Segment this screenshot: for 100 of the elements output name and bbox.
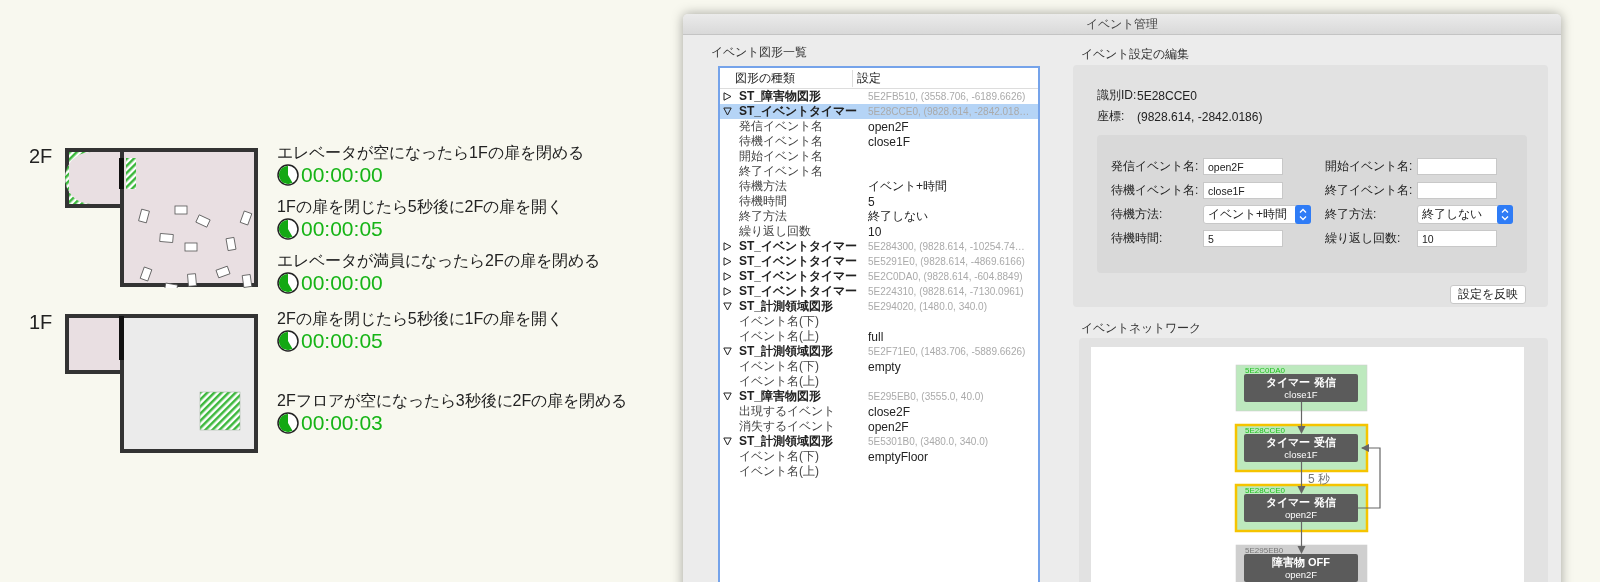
property-value: close2F	[868, 404, 911, 419]
tree-row[interactable]: ST_イベントタイマー 5E284300, (9828.614, -10254.74…	[720, 239, 1038, 254]
field-label: 開始イベント名:	[1325, 158, 1414, 175]
property-name: 繰り返し回数	[739, 223, 812, 240]
shape-name: ST_イベントタイマー	[739, 103, 858, 120]
tree-row[interactable]: ST_計測領域図形 5E2F71E0, (1483.706, -5889.6626)	[720, 344, 1038, 359]
id-value: 5E28CCE0	[1137, 88, 1198, 103]
shape-setting: 5E5301B0, (3480.0, 340.0)	[868, 436, 989, 447]
property-value: close1F	[868, 134, 911, 149]
tree-row[interactable]: ST_障害物図形 5E2FB510, (3558.706, -6189.6626)	[720, 89, 1038, 104]
property-value: open2F	[868, 119, 909, 134]
field-label: 待機方法:	[1111, 206, 1164, 223]
node-event: close1F	[1284, 449, 1318, 460]
floor-label: 2F	[28, 144, 54, 168]
disclosure-triangle-icon[interactable]	[723, 242, 732, 251]
node-title: タイマー 受信	[1266, 436, 1336, 448]
event-node[interactable]: 5E2C0DA0 タイマー 発信 close1F	[1235, 364, 1368, 412]
section-title: イベント設定の編集	[1081, 47, 1190, 61]
section-title: イベント図形一覧	[711, 45, 808, 59]
stepper-icon	[1497, 205, 1513, 224]
tree-row[interactable]: ST_障害物図形 5E295EB0, (3555.0, 40.0)	[720, 389, 1038, 404]
property-name: 出現するイベント	[739, 403, 836, 420]
dropdown[interactable]: イベント+時間	[1203, 205, 1311, 224]
shape-name: ST_計測領域図形	[739, 343, 834, 360]
event-node[interactable]: 5E28CCE0 タイマー 受信 close1F	[1234, 423, 1369, 473]
field-label: 待機イベント名:	[1111, 182, 1200, 199]
input-field[interactable]: 10	[1417, 230, 1497, 247]
window-title: イベント管理	[1086, 15, 1158, 33]
tree-row[interactable]: ST_計測領域図形 5E294020, (1480.0, 340.0)	[720, 299, 1038, 314]
shape-setting: 5E294020, (1480.0, 340.0)	[868, 301, 987, 312]
property-name: イベント名(下)	[739, 313, 820, 330]
tree-row[interactable]: ST_計測領域図形 5E5301B0, (3480.0, 340.0)	[720, 434, 1038, 449]
tree-row[interactable]: ST_イベントタイマー 5E2C0DA0, (9828.614, -604.8849)	[720, 269, 1038, 284]
node-title: タイマー 発信	[1266, 496, 1336, 508]
timer-reading: 00:00:00	[301, 163, 383, 187]
disclosure-triangle-icon[interactable]	[723, 392, 732, 401]
property-value: full	[868, 329, 884, 344]
property-name: 終了方法	[739, 208, 788, 225]
clock-icon	[277, 218, 299, 240]
event-node[interactable]: 5E295EB0 障害物 OFF open2F	[1235, 544, 1368, 582]
tree-row[interactable]: ST_イベントタイマー 5E224310, (9828.614, -7130.0961)	[720, 284, 1038, 299]
property-name: 発信イベント名	[739, 118, 824, 135]
event-description: 2Fの扉を閉じたら5秒後に1Fの扉を開く	[277, 309, 565, 329]
input-field[interactable]	[1417, 182, 1497, 199]
node-title: 障害物 OFF	[1271, 556, 1331, 568]
column-header[interactable]: 図形の種類	[720, 69, 853, 87]
property-name: イベント名(上)	[739, 328, 820, 344]
shape-setting: 5E2FB510, (3558.706, -6189.6626)	[868, 91, 1026, 102]
shape-name: ST_イベントタイマー	[739, 253, 858, 270]
property-name: 待機時間	[739, 193, 788, 210]
delay-label: 5 秒	[1308, 472, 1330, 486]
event-description: エレベータが満員になったら2Fの扉を閉める	[277, 251, 600, 271]
shape-name: ST_計測領域図形	[739, 298, 834, 315]
node-id: 5E28CCE0	[1245, 486, 1286, 495]
property-name: 待機方法	[739, 178, 788, 195]
tree-row[interactable]: ST_イベントタイマー 5E5291E0, (9828.614, -4869.6166)	[720, 254, 1038, 269]
field-label: 繰り返し回数:	[1325, 230, 1402, 247]
node-id: 5E28CCE0	[1245, 426, 1286, 435]
field-label: 終了イベント名:	[1325, 182, 1414, 199]
property-name: イベント名(下)	[739, 358, 820, 375]
shape-name: ST_イベントタイマー	[739, 268, 858, 285]
tree-row[interactable]: ST_イベントタイマー 5E28CCE0, (9828.614, -2842.018…	[720, 104, 1038, 119]
property-name: 開始イベント名	[739, 148, 824, 165]
apply-button[interactable]: 設定を反映	[1450, 285, 1526, 304]
disclosure-triangle-icon[interactable]	[723, 107, 732, 116]
field-label: 発信イベント名:	[1111, 158, 1200, 175]
clock-icon	[277, 412, 299, 434]
disclosure-triangle-icon[interactable]	[723, 287, 732, 296]
property-name: 消失するイベント	[739, 418, 836, 434]
field-label: 識別ID:	[1097, 87, 1137, 104]
node-event: close1F	[1284, 389, 1318, 400]
shape-name: ST_イベントタイマー	[739, 283, 858, 299]
shape-setting: 5E295EB0, (3555.0, 40.0)	[868, 391, 984, 402]
column-header[interactable]: 設定	[853, 69, 881, 87]
shape-name: ST_障害物図形	[739, 88, 822, 105]
disclosure-triangle-icon[interactable]	[723, 302, 732, 311]
input-field[interactable]: close1F	[1203, 182, 1283, 199]
input-field[interactable]	[1417, 158, 1497, 175]
shape-setting: 5E2F71E0, (1483.706, -5889.6626)	[868, 346, 1026, 357]
event-description: 2Fフロアが空になったら3秒後に2Fの扉を閉める	[277, 391, 628, 411]
property-name: イベント名(下)	[739, 448, 820, 465]
shape-setting: 5E2C0DA0, (9828.614, -604.8849)	[868, 271, 1023, 282]
property-value: イベント+時間	[868, 178, 947, 195]
disclosure-triangle-icon[interactable]	[723, 272, 732, 281]
timer-reading: 00:00:00	[301, 271, 383, 295]
input-field[interactable]: open2F	[1203, 158, 1283, 175]
shape-setting: 5E284300, (9828.614, -10254.74…	[868, 241, 1025, 252]
field-label: 待機時間:	[1111, 230, 1164, 247]
disclosure-triangle-icon[interactable]	[723, 437, 732, 446]
field-label: 座標:	[1097, 108, 1126, 125]
property-value: 終了しない	[868, 208, 928, 225]
disclosure-triangle-icon[interactable]	[723, 92, 732, 101]
input-field[interactable]: 5	[1203, 230, 1283, 247]
property-name: 終了イベント名	[739, 163, 824, 180]
dropdown[interactable]: 終了しない	[1417, 205, 1513, 224]
property-value: 5	[868, 194, 875, 209]
node-id: 5E295EB0	[1245, 546, 1284, 555]
property-value: empty	[868, 359, 901, 374]
disclosure-triangle-icon[interactable]	[723, 257, 732, 266]
disclosure-triangle-icon[interactable]	[723, 347, 732, 356]
